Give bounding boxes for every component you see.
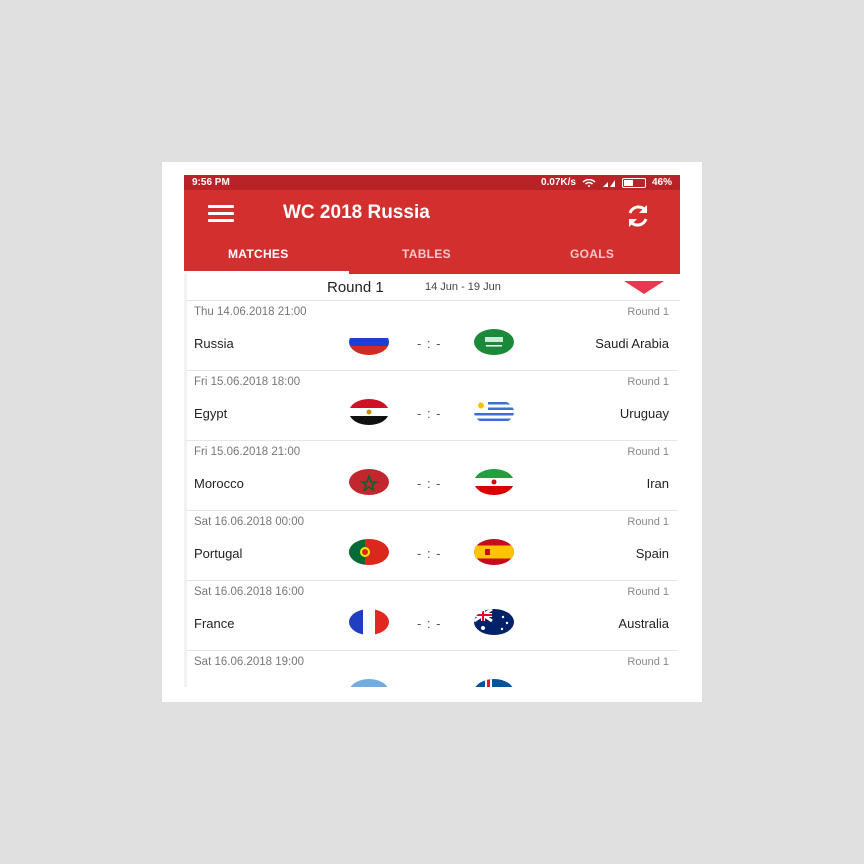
hamburger-menu-icon[interactable] (208, 205, 234, 222)
match-round: Round 1 (627, 516, 669, 528)
dropdown-arrow-icon[interactable] (624, 281, 664, 294)
app-title: WC 2018 Russia (283, 202, 430, 223)
match-date: Sat 16.06.2018 16:00 (194, 586, 304, 598)
match-score: - : - (417, 476, 442, 491)
home-team: Portugal (194, 546, 243, 561)
match-date: Fri 15.06.2018 18:00 (194, 376, 301, 388)
phone-screen: 9:56 PM 0.07K/s 46% WC 2018 Russia MATCH… (184, 175, 680, 687)
app-toolbar: WC 2018 Russia (184, 190, 680, 236)
tab-tables[interactable]: TABLES (402, 247, 451, 261)
match-score: - : - (417, 336, 442, 351)
home-team: Morocco (194, 476, 244, 491)
match-row[interactable]: Fri 15.06.2018 18:00 Round 1 Egypt - : -… (187, 371, 677, 441)
tab-matches[interactable]: MATCHES (228, 247, 289, 261)
tab-bar: MATCHES TABLES GOALS (184, 236, 680, 274)
wifi-icon (582, 178, 596, 187)
status-right: 0.07K/s 46% (541, 177, 672, 188)
portugal-flag-icon (349, 539, 389, 565)
match-row[interactable]: Sat 16.06.2018 00:00 Round 1 Portugal - … (187, 511, 677, 581)
status-time: 9:56 PM (192, 177, 230, 188)
away-team: Uruguay (619, 406, 669, 421)
russia-flag-icon (349, 329, 389, 355)
egypt-flag-icon (349, 399, 389, 425)
france-flag-icon (349, 609, 389, 635)
match-score: - : - (417, 546, 442, 561)
uruguay-flag-icon (474, 399, 514, 425)
round-selector[interactable]: Round 1 14 Jun - 19 Jun (184, 274, 680, 301)
australia-flag-icon (474, 609, 514, 635)
match-row[interactable]: Fri 15.06.2018 21:00 Round 1 Morocco - :… (187, 441, 677, 511)
match-row[interactable]: Sat 16.06.2018 19:00 Round 1 (187, 651, 677, 687)
battery-icon (621, 177, 646, 188)
round-name: Round 1 (327, 279, 384, 296)
battery-level: 46% (651, 177, 672, 188)
match-round: Round 1 (627, 446, 669, 458)
match-date: Sat 16.06.2018 00:00 (194, 516, 304, 528)
match-date: Sat 16.06.2018 19:00 (194, 656, 304, 668)
tab-goals[interactable]: GOALS (570, 247, 614, 261)
match-row[interactable]: Thu 14.06.2018 21:00 Round 1 Russia - : … (187, 301, 677, 371)
match-round: Round 1 (627, 306, 669, 318)
refresh-icon[interactable] (622, 200, 654, 232)
away-team: Australia (618, 616, 669, 631)
match-round: Round 1 (627, 376, 669, 388)
home-team: Russia (194, 336, 234, 351)
iceland-flag-icon (474, 679, 514, 687)
iran-flag-icon (474, 469, 514, 495)
match-list: Thu 14.06.2018 21:00 Round 1 Russia - : … (184, 301, 680, 687)
morocco-flag-icon (349, 469, 389, 495)
network-speed: 0.07K/s (540, 177, 576, 188)
home-team: Egypt (194, 406, 228, 421)
argentina-flag-icon (349, 679, 389, 687)
match-date: Thu 14.06.2018 21:00 (194, 306, 307, 318)
home-team: France (194, 616, 235, 631)
away-team: Iran (646, 476, 669, 491)
match-round: Round 1 (627, 586, 669, 598)
match-score: - : - (417, 406, 442, 421)
status-bar: 9:56 PM 0.07K/s 46% (184, 175, 680, 190)
away-team: Spain (635, 546, 669, 561)
match-row[interactable]: Sat 16.06.2018 16:00 Round 1 France - : … (187, 581, 677, 651)
signal-icon (602, 179, 615, 187)
match-date: Fri 15.06.2018 21:00 (194, 446, 301, 458)
saudi-arabia-flag-icon (474, 329, 514, 355)
spain-flag-icon (474, 539, 514, 565)
match-score: - : - (417, 616, 442, 631)
round-dates: 14 Jun - 19 Jun (425, 281, 501, 293)
away-team: Saudi Arabia (595, 336, 669, 351)
match-round: Round 1 (627, 656, 669, 668)
